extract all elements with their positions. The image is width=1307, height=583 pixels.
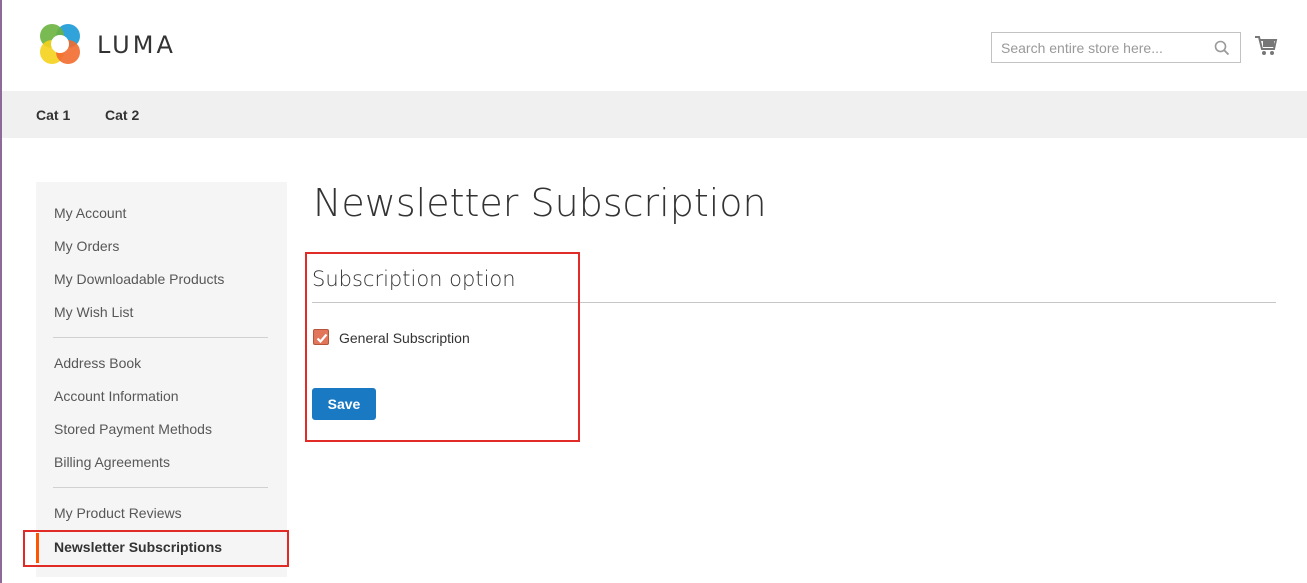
sidebar-item-my-orders[interactable]: My Orders xyxy=(54,238,119,254)
sidebar-item-downloadable-products[interactable]: My Downloadable Products xyxy=(54,271,224,287)
general-subscription-checkbox[interactable] xyxy=(313,329,329,345)
sidebar-item-product-reviews[interactable]: My Product Reviews xyxy=(54,505,182,521)
nav-item-cat-2[interactable]: Cat 2 xyxy=(105,107,139,123)
search-icon[interactable] xyxy=(1214,40,1230,56)
account-sidebar: My Account My Orders My Downloadable Pro… xyxy=(36,182,287,577)
sidebar-item-address-book[interactable]: Address Book xyxy=(54,355,141,371)
sidebar-item-account-information[interactable]: Account Information xyxy=(54,388,179,404)
section-title: Subscription option xyxy=(312,267,516,291)
main-navigation: Cat 1 Cat 2 xyxy=(2,91,1307,138)
check-icon xyxy=(316,333,328,344)
sidebar-item-billing-agreements[interactable]: Billing Agreements xyxy=(54,454,170,470)
luma-logo-icon xyxy=(38,22,83,67)
save-button[interactable]: Save xyxy=(312,388,376,420)
sidebar-item-stored-payment-methods[interactable]: Stored Payment Methods xyxy=(54,421,212,437)
sidebar-item-label: Newsletter Subscriptions xyxy=(54,539,223,555)
logo[interactable]: LUMA xyxy=(38,22,176,67)
sidebar-item-newsletter-subscriptions[interactable]: Newsletter Subscriptions xyxy=(36,533,287,563)
sidebar-divider xyxy=(53,337,268,338)
search-box[interactable] xyxy=(991,32,1241,63)
header: LUMA xyxy=(2,0,1307,91)
brand-name: LUMA xyxy=(97,30,176,59)
section-divider xyxy=(312,302,1276,303)
active-indicator xyxy=(36,533,39,563)
cart-icon[interactable] xyxy=(1254,34,1278,58)
sidebar-item-wish-list[interactable]: My Wish List xyxy=(54,304,133,320)
sidebar-item-my-account[interactable]: My Account xyxy=(54,205,126,221)
nav-item-cat-1[interactable]: Cat 1 xyxy=(36,107,70,123)
search-input[interactable] xyxy=(1001,39,1206,56)
general-subscription-label[interactable]: General Subscription xyxy=(339,330,470,346)
page-title: Newsletter Subscription xyxy=(313,181,767,225)
sidebar-divider xyxy=(53,487,268,488)
